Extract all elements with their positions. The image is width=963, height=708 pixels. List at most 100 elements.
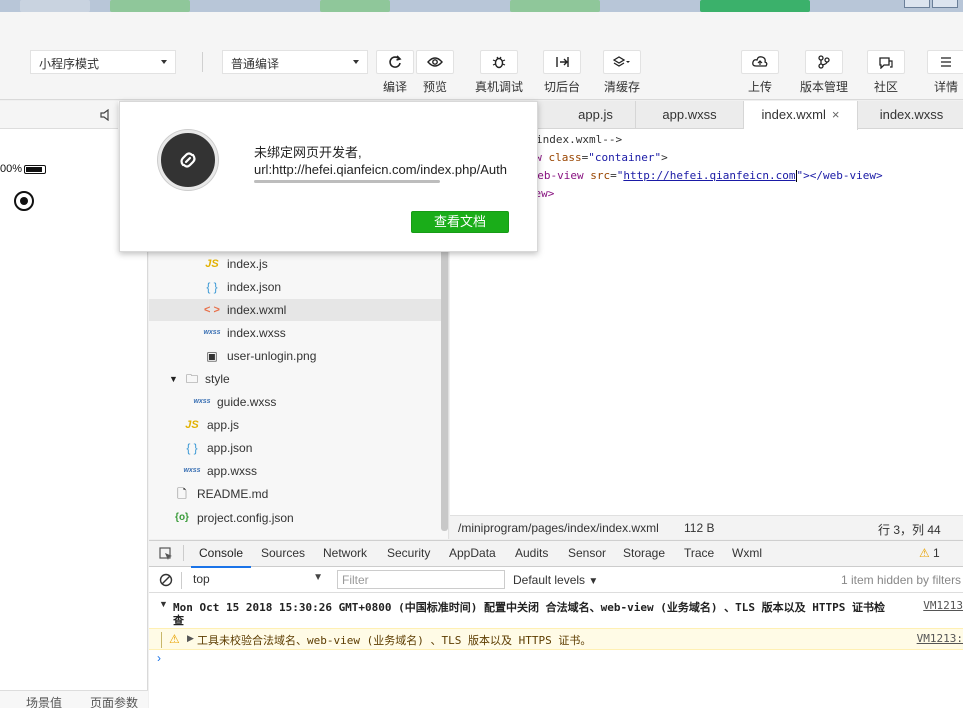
group-indent-line [161,632,162,648]
version-management-button[interactable]: 版本管理 [796,50,852,95]
community-label: 社区 [873,80,898,94]
switch-background-label: 切后台 [543,80,580,94]
upload-button[interactable]: 上传 [740,50,780,95]
file-readme-md[interactable]: 🗋 README.md [149,483,441,505]
file-index-wxss[interactable]: wxss index.wxss [149,322,441,344]
unbound-developer-popup: 未绑定网页开发者, url:http://hefei.qianfeicn.com… [119,101,538,252]
speaker-icon[interactable] [100,109,110,121]
file-user-unlogin-png[interactable]: ▣ user-unlogin.png [149,345,441,367]
tab-index-wxss[interactable]: index.wxss [858,101,963,129]
console-filter-input[interactable]: Filter [337,570,505,589]
simulator-bottom-tabs: 场景值 页面参数 [0,690,148,708]
tab-index-wxml[interactable]: index.wxml × [744,101,858,130]
popup-message: 未绑定网页开发者, [254,145,362,160]
tab-trace[interactable]: Trace [684,546,714,560]
file-project-config-json[interactable]: {o} project.config.json [149,507,441,529]
collapse-triangle-icon[interactable]: ▼ [159,599,168,609]
warning-icon: ⚠ [169,632,180,646]
record-icon[interactable] [14,191,34,211]
file-name: index.wxss [227,326,286,340]
tab-label: app.wxss [662,107,717,122]
mode-select[interactable]: 小程序模式 [30,50,176,74]
console-prompt-icon[interactable]: › [157,651,161,665]
file-index-json[interactable]: { } index.json [149,276,441,298]
explorer-scrollbar[interactable] [441,231,448,531]
tab-console[interactable]: Console [190,546,252,568]
document-file-icon: 🗋 [177,487,187,501]
filter-placeholder: Filter [342,573,369,587]
file-size: 112 B [684,521,715,535]
console-log-group[interactable]: ▼ Mon Oct 15 2018 15:30:26 GMT+0800 (中国标… [149,598,963,628]
compile-button[interactable]: 编译 [376,50,414,95]
tab-audits[interactable]: Audits [515,546,548,560]
console-warning-row[interactable]: ⚠ ▶ 工具未校验合法域名、web-view (业务域名) 、TLS 版本以及 … [149,628,963,650]
file-index-wxml[interactable]: < > index.wxml [149,299,441,321]
wxss-file-icon: wxss [183,467,201,474]
tab-sensor[interactable]: Sensor [568,546,606,560]
scene-value-tab[interactable]: 场景值 [26,694,62,708]
minimize-button[interactable] [904,0,930,8]
tab-appdata[interactable]: AppData [449,546,496,560]
maximize-button[interactable] [932,0,958,8]
devtools-tabs: Console Sources Network Security AppData… [149,541,963,568]
code-line-2: iew class="container"> [522,151,668,164]
tab-security[interactable]: Security [387,546,430,560]
expand-triangle-icon[interactable]: ▶ [187,633,194,644]
page-params-tab[interactable]: 页面参数 [90,694,138,708]
toolbar-divider [181,572,182,589]
file-guide-wxss[interactable]: wxss guide.wxss [149,391,441,413]
comment-text: index.wxml--> [536,133,623,146]
close-icon[interactable]: × [832,107,840,122]
expand-triangle-icon[interactable]: ▼ [169,368,178,390]
details-button[interactable]: 详情 [926,50,963,95]
url-link[interactable]: http://hefei.qianfeicn.com [623,169,795,182]
attr-text: src [590,169,611,182]
file-name: index.json [227,280,282,294]
tab-wxml[interactable]: Wxml [732,546,762,560]
folder-style[interactable]: ▼ 🗀 style [149,368,441,390]
file-name: README.md [197,487,269,501]
clear-cache-label: 清缓存 [603,80,640,94]
file-app-json[interactable]: { } app.json [149,437,441,459]
warning-source-link[interactable]: VM1213: [917,632,963,645]
community-button[interactable]: 社区 [866,50,906,95]
link-logo-icon [158,130,218,190]
main-toolbar: 小程序模式 普通编译 编译 预览 真机调试 切后台 清缓存 上传 版本管理 社区… [0,12,963,100]
inspect-element-icon[interactable] [159,547,173,561]
clear-cache-button[interactable]: 清缓存 [600,50,644,95]
chevron-down-icon [161,60,167,64]
warning-count-icon[interactable]: ⚠ [919,546,930,560]
compile-label: 编译 [382,80,407,94]
json-file-icon: { } [206,280,218,294]
devtools-panel: Console Sources Network Security AppData… [149,540,963,708]
log-group-title: Mon Oct 15 2018 15:30:26 GMT+0800 (中国标准时… [173,601,885,614]
preview-button[interactable]: 预览 [416,50,454,95]
tab-sources[interactable]: Sources [261,546,305,560]
file-app-js[interactable]: JS app.js [149,414,441,436]
context-select[interactable]: top ▼ [187,572,323,589]
file-name: app.wxss [207,464,258,478]
tab-storage[interactable]: Storage [623,546,665,560]
menu-icon [927,50,963,74]
cursor-position: 行 3，列 44 [878,523,941,537]
clear-console-icon[interactable] [159,573,173,587]
log-source-link[interactable]: VM1213 [923,599,963,612]
file-name: app.json [207,441,253,455]
url-scrollbar[interactable] [254,180,440,183]
file-index-js[interactable]: JS index.js [149,253,441,275]
remote-debug-button[interactable]: 真机调试 [474,50,524,95]
compile-select[interactable]: 普通编译 [222,50,368,74]
switch-background-button[interactable]: 切后台 [540,50,584,95]
view-docs-button[interactable]: 查看文档 [411,211,509,233]
tab-app-js[interactable]: app.js [556,101,636,129]
switch-background-icon [543,50,581,74]
js-file-icon: JS [185,419,199,431]
eye-icon [416,50,454,74]
wxml-file-icon: < > [204,304,220,316]
tag-text: web-view [530,169,584,182]
default-levels-select[interactable]: Default levels ▼ [513,573,598,587]
tab-network[interactable]: Network [323,546,367,560]
tab-app-wxss[interactable]: app.wxss [636,101,744,129]
community-chat-icon [867,50,905,74]
file-app-wxss[interactable]: wxss app.wxss [149,460,441,482]
